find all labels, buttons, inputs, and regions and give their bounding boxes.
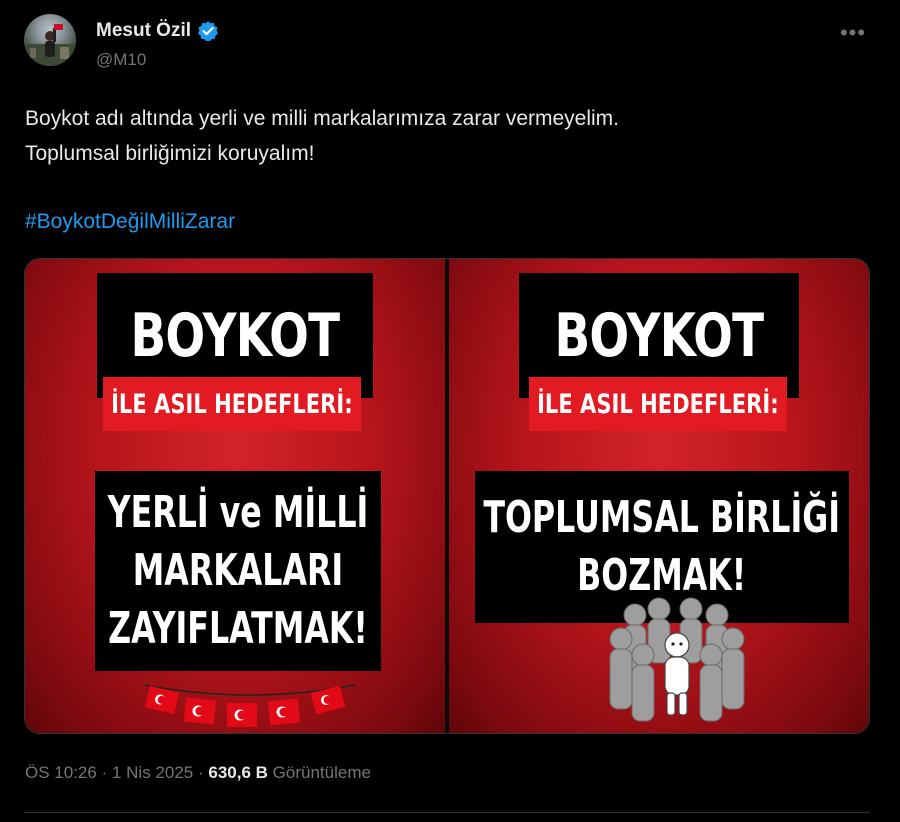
author-name-row[interactable]: Mesut Özil <box>96 20 219 42</box>
poster-title: BOYKOT <box>554 300 765 371</box>
poster-title: BOYKOT <box>130 300 341 371</box>
meta-separator: · <box>101 763 108 782</box>
poster-subtitle: İLE ASIL HEDEFLERİ: <box>537 388 779 420</box>
poster-subtitle: İLE ASIL HEDEFLERİ: <box>111 388 353 420</box>
poster-body-line: ZAYIFLATMAK! <box>108 603 368 654</box>
views-count: 630,6 B <box>208 763 268 782</box>
views-label: Görüntüleme <box>272 763 371 782</box>
more-options-icon[interactable]: ••• <box>838 18 868 48</box>
tweet-text: Boykot adı altında yerli ve milli markal… <box>25 101 865 171</box>
avatar[interactable] <box>24 14 76 66</box>
verified-badge-icon[interactable] <box>197 20 219 42</box>
isolated-person-crowd-icon <box>609 597 745 722</box>
poster-body-line: YERLİ ve MİLLİ <box>107 487 369 538</box>
avatar-image <box>24 24 76 66</box>
poster-subtitle-box: İLE ASIL HEDEFLERİ: <box>103 377 361 431</box>
turkish-flag-bunting-icon <box>145 684 355 727</box>
poster-subtitle-box: İLE ASIL HEDEFLERİ: <box>529 377 787 431</box>
tweet: Mesut Özil @M10 ••• Boykot adı altında y… <box>0 0 900 822</box>
media-image-right[interactable]: BOYKOT İLE ASIL HEDEFLERİ: TOPLUMSAL BİR… <box>449 259 869 733</box>
media-gallery[interactable]: BOYKOT İLE ASIL HEDEFLERİ: YERLİ ve MİLL… <box>24 258 870 734</box>
divider-line <box>24 812 870 813</box>
tweet-text-line: Toplumsal birliğimizi koruyalım! <box>25 142 315 165</box>
tweet-meta: ÖS 10:26 · 1 Nis 2025 · 630,6 B Görüntül… <box>25 763 371 783</box>
author-handle[interactable]: @M10 <box>96 50 146 70</box>
media-image-left[interactable]: BOYKOT İLE ASIL HEDEFLERİ: YERLİ ve MİLL… <box>25 259 445 733</box>
poster-body-line: TOPLUMSAL BİRLİĞİ <box>483 492 841 543</box>
poster-body: TOPLUMSAL BİRLİĞİ BOZMAK! <box>484 489 841 605</box>
hashtag-link[interactable]: #BoykotDeğilMilliZarar <box>25 204 235 239</box>
tweet-text-line: Boykot adı altında yerli ve milli markal… <box>25 107 620 130</box>
poster-body: YERLİ ve MİLLİ MARKALARI ZAYIFLATMAK! <box>108 484 369 658</box>
tweet-time[interactable]: ÖS 10:26 <box>25 763 97 782</box>
poster-body-line: MARKALARI <box>132 545 344 596</box>
author-display-name[interactable]: Mesut Özil <box>96 20 191 42</box>
tweet-date[interactable]: 1 Nis 2025 <box>112 763 193 782</box>
poster-body-box: YERLİ ve MİLLİ MARKALARI ZAYIFLATMAK! <box>95 471 381 671</box>
meta-separator: · <box>197 763 204 782</box>
